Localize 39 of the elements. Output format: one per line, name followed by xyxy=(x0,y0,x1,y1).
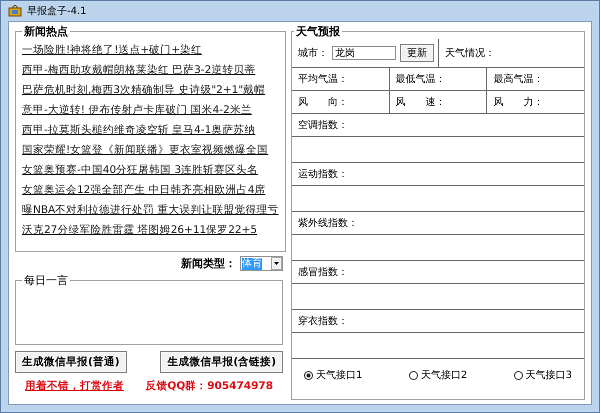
news-link[interactable]: 女篮奥预赛-中国40分狂屠韩国 3连胜斩赛区头名 xyxy=(22,163,279,177)
news-link[interactable]: 意甲-大逆转! 伊布传射卢卡库破门 国米4-2米兰 xyxy=(22,103,279,117)
index-label: 运动指数： xyxy=(298,168,348,181)
news-link[interactable]: 沃克27分绿军险胜雷霆 塔图姆26+11保罗22+5 xyxy=(22,223,279,237)
weather-stat-label: 风 向： xyxy=(298,96,348,109)
news-link[interactable]: 曝NBA不对利拉德进行处罚 重大误判让联盟觉得理亏 xyxy=(22,203,279,217)
city-field[interactable]: 龙岗 xyxy=(332,46,396,60)
caret-icon xyxy=(271,257,282,270)
feedback-text: 反馈QQ群：905474978 xyxy=(145,379,273,393)
index-label: 紫外线指数： xyxy=(298,216,358,230)
news-link[interactable]: 一场险胜!神将绝了!送点+破门+染红 xyxy=(22,43,279,57)
update-button[interactable]: 更新 xyxy=(400,44,434,62)
donate-link[interactable]: 用着不错，打赏作者 xyxy=(25,379,124,393)
news-type-label: 新闻类型： xyxy=(181,256,236,271)
interface-radio[interactable]: 天气接口1 xyxy=(304,368,362,382)
generate-button[interactable]: 生成微信早报(含链接) xyxy=(160,351,283,373)
weather-stat-label: 风 力： xyxy=(493,96,544,109)
news-link[interactable]: 巴萨危机时刻,梅西3次精确制导 史诗级"2+1"戴帽 xyxy=(22,83,279,97)
interface-radio[interactable]: 天气接口2 xyxy=(408,368,468,382)
index-label: 穿衣指数： xyxy=(298,314,348,328)
window-title: 早报盒子-4.1 xyxy=(27,4,87,18)
news-link[interactable]: 女篮奥运会12强全部产生 中日韩齐亮相欧洲占4席 xyxy=(22,183,279,197)
interface-radio[interactable]: 天气接口3 xyxy=(514,368,572,382)
app-icon xyxy=(8,5,22,17)
news-link[interactable]: 国家荣耀!女篮登《新闻联播》更衣室视频燃爆全国 xyxy=(22,143,279,157)
weather-condition-label: 天气情况： xyxy=(445,46,495,60)
index-label: 感冒指数： xyxy=(298,266,348,279)
group-title: 每日一言 xyxy=(23,273,69,288)
city-label: 城市： xyxy=(298,46,328,60)
weather-stat-label: 平均气温： xyxy=(298,73,348,86)
generate-button[interactable]: 生成微信早报(普通) xyxy=(15,351,127,373)
weather-stat-label: 风 速： xyxy=(396,96,446,109)
index-label: 空调指数： xyxy=(298,118,348,132)
news-link[interactable]: 西甲-梅西助攻戴帽朗格莱染红 巴萨3-2逆转贝蒂 xyxy=(22,63,279,77)
group-title: 新闻热点 xyxy=(23,24,69,39)
weather-stat-label: 最低气温： xyxy=(396,73,446,86)
group-title: 天气预报 xyxy=(295,24,341,39)
news-link[interactable]: 西甲-拉莫斯头槌约维奇凌空斩 皇马4-1奥萨苏纳 xyxy=(22,123,279,137)
weather-stat-label: 最高气温： xyxy=(493,72,544,86)
